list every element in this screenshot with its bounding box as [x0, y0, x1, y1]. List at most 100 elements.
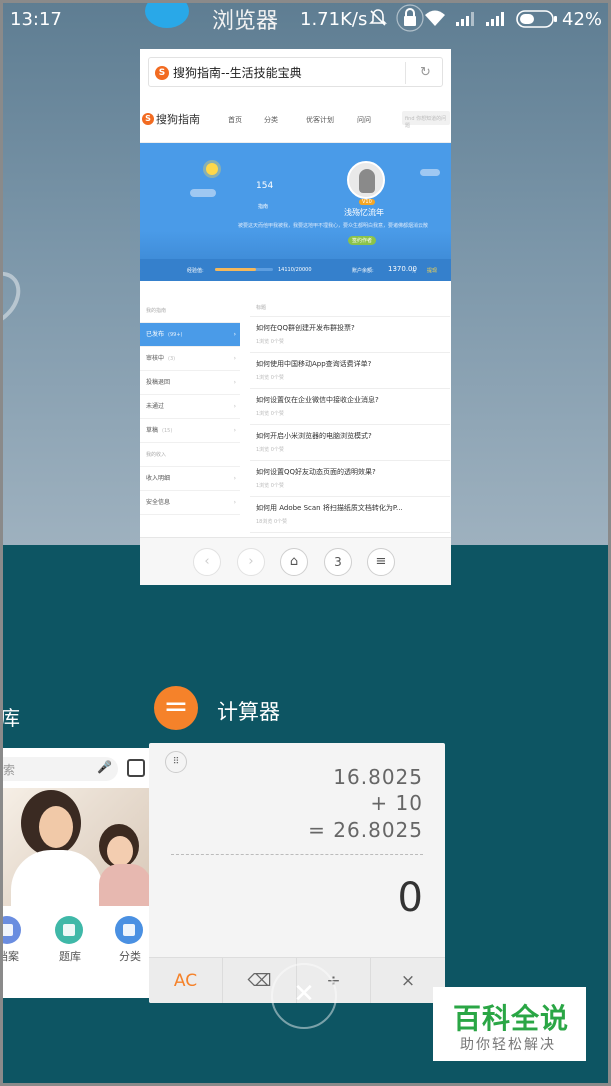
chevron-right-icon: ›	[233, 331, 236, 338]
chevron-right-icon: ›	[233, 379, 236, 386]
nav-category[interactable]: 分类	[264, 115, 278, 125]
scan-icon[interactable]	[127, 759, 145, 777]
article-likes: 0个赞	[270, 447, 284, 453]
address-bar[interactable]: S 搜狗指南--生活技能宝典 ↻	[148, 57, 443, 87]
article-views: 1浏览	[256, 447, 270, 453]
mute-bell-icon	[369, 9, 387, 26]
experience-row: 经验值: 14110/20000 账户余额: 1370.00 元 提现	[140, 259, 451, 281]
microphone-icon[interactable]: 🎤	[97, 760, 112, 774]
key-clear[interactable]: AC	[149, 958, 223, 1003]
shortcut-label: 题库	[59, 950, 81, 963]
tabs-button[interactable]: 3	[324, 548, 352, 576]
banner-photo[interactable]	[3, 788, 151, 906]
article-item[interactable]: 如何设置QQ好友动态页面的透明效果? 1浏览 0个赞	[250, 461, 450, 497]
menu-item[interactable]: 审核中 (3) ›	[140, 347, 240, 371]
left-app-title: 库	[0, 706, 20, 730]
calc-divider	[171, 854, 423, 855]
browser-app-icon[interactable]	[145, 0, 189, 28]
back-button[interactable]: ‹	[193, 548, 221, 576]
balance-unit: 元	[412, 268, 416, 273]
forward-button[interactable]: ›	[237, 548, 265, 576]
chevron-right-icon: ›	[233, 403, 236, 410]
article-title[interactable]: 如何开启小米浏览器的电脑浏览模式?	[256, 431, 444, 441]
menu-item[interactable]: 安全信息 ›	[140, 491, 240, 515]
chevron-right-icon: ›	[233, 475, 236, 482]
article-views: 18浏览	[256, 519, 273, 525]
browser-toolbar: ‹ › ⌂ 3 ≡	[140, 537, 451, 585]
article-item[interactable]: 如何使用中国移动App查询话费详单? 1浏览 0个赞	[250, 353, 450, 389]
photo-child-body	[99, 864, 151, 906]
menu-item-count: (3)	[168, 356, 176, 362]
clear-all-close-button[interactable]: ✕	[271, 963, 337, 1029]
article-item[interactable]: 如何用 Adobe Scan 将扫描纸质文档转化为P... 18浏览 0个赞	[250, 497, 450, 533]
article-title[interactable]: 如何用 Adobe Scan 将扫描纸质文档转化为P...	[256, 503, 444, 513]
side-menu: 我的指南 已发布 (99+) › 审核中 (3) › 投稿退回 › 未通过 › 草稿 (15) › 我的收入…	[140, 299, 240, 515]
calculator-app-icon[interactable]: =	[154, 686, 198, 730]
left-shortcut-row: 档案 题库 分类	[3, 910, 151, 966]
cloud-icon	[420, 169, 440, 176]
browser-recent-card[interactable]: S 搜狗指南--生活技能宝典 ↻ S 搜狗指南 首页 分类 优客计划 问问 fi…	[140, 49, 451, 585]
article-views: 1浏览	[256, 375, 270, 381]
article-item[interactable]: 如何设置仅在企业微信中接收企业消息? 1浏览 0个赞	[250, 389, 450, 425]
article-meta: 1浏览 0个赞	[256, 338, 444, 345]
article-meta: 1浏览 0个赞	[256, 374, 444, 381]
nav-home[interactable]: 首页	[228, 115, 242, 125]
article-title[interactable]: 如何使用中国移动App查询话费详单?	[256, 359, 444, 369]
signal-icon-2	[486, 12, 504, 26]
chevron-right-icon: ›	[233, 355, 236, 362]
watermark-subtitle: 助你轻松解决	[460, 1037, 556, 1053]
menu-section-header: 我的收入	[140, 443, 240, 467]
shortcut-icon[interactable]	[55, 916, 83, 944]
calc-expression-line-1: 16.8025	[333, 765, 423, 789]
article-title[interactable]: 如何设置仅在企业微信中接收企业消息?	[256, 395, 444, 405]
home-page-button[interactable]: ⌂	[280, 548, 308, 576]
menu-section-header: 我的指南	[140, 299, 240, 323]
nav-wenwen[interactable]: 问问	[357, 115, 371, 125]
lock-icon[interactable]	[396, 4, 424, 32]
user-motto: 被要这天而他甲我被我，我要这地甲不埋我心，要众生都明白我意，要诸佛都烟消云散	[238, 223, 429, 229]
exp-label: 经验值:	[187, 268, 204, 274]
sun-icon	[206, 163, 218, 175]
status-time: 13:17	[10, 9, 62, 30]
menu-item[interactable]: 草稿 (15) ›	[140, 419, 240, 443]
article-meta: 1浏览 0个赞	[256, 482, 444, 489]
article-title[interactable]: 如何在QQ群创建开发布群投票?	[256, 323, 444, 333]
menu-item-label: 安全信息	[146, 499, 171, 506]
menu-item[interactable]: 收入明细 ›	[140, 467, 240, 491]
site-search-input[interactable]: find 你想知道的问题	[402, 111, 450, 129]
menu-item-count: (15)	[162, 428, 173, 434]
article-item[interactable]: 如何开启小米浏览器的电脑浏览模式? 1浏览 0个赞	[250, 425, 450, 461]
menu-item[interactable]: 投稿退回 ›	[140, 371, 240, 395]
shortcut-icon[interactable]	[3, 916, 21, 944]
article-title[interactable]: 如何设置QQ好友动态页面的透明效果?	[256, 467, 444, 477]
battery-percent: 42%	[562, 9, 603, 30]
calc-expression-line-2: + 10	[370, 791, 423, 815]
nav-youke-plan[interactable]: 优客计划	[306, 115, 334, 125]
browser-app-title: 浏览器	[212, 9, 279, 34]
grid-menu-icon[interactable]: ⠿	[165, 751, 187, 773]
article-likes: 0个赞	[270, 339, 284, 345]
article-meta: 1浏览 0个赞	[256, 446, 444, 453]
menu-button[interactable]: ≡	[367, 548, 395, 576]
menu-item[interactable]: 未通过 ›	[140, 395, 240, 419]
article-views: 1浏览	[256, 411, 270, 417]
wifi-icon	[425, 10, 445, 26]
article-views: 1浏览	[256, 339, 270, 345]
watermark: 百科全说 助你轻松解决	[433, 987, 586, 1061]
menu-item-label: 已发布	[146, 331, 165, 338]
shortcut-icon[interactable]	[115, 916, 143, 944]
site-name[interactable]: 搜狗指南	[156, 111, 200, 127]
menu-item[interactable]: 已发布 (99+) ›	[140, 323, 240, 347]
refresh-icon[interactable]: ↻	[420, 65, 431, 80]
article-item[interactable]: 如何在QQ群创建开发布群投票? 1浏览 0个赞	[250, 317, 450, 353]
withdraw-link[interactable]: 提现	[427, 267, 437, 274]
site-logo-icon[interactable]: S	[142, 113, 154, 125]
photo-child-face	[107, 836, 133, 866]
exp-progress-bar	[215, 268, 273, 271]
shortcut-label: 档案	[3, 950, 19, 963]
avatar[interactable]	[347, 161, 385, 199]
left-recent-card[interactable]: 索 🎤 档案题库分类	[3, 748, 151, 998]
calc-result: 0	[397, 875, 423, 921]
menu-item-label: 我的收入	[146, 452, 167, 458]
menu-item-count: (99+)	[168, 332, 183, 338]
